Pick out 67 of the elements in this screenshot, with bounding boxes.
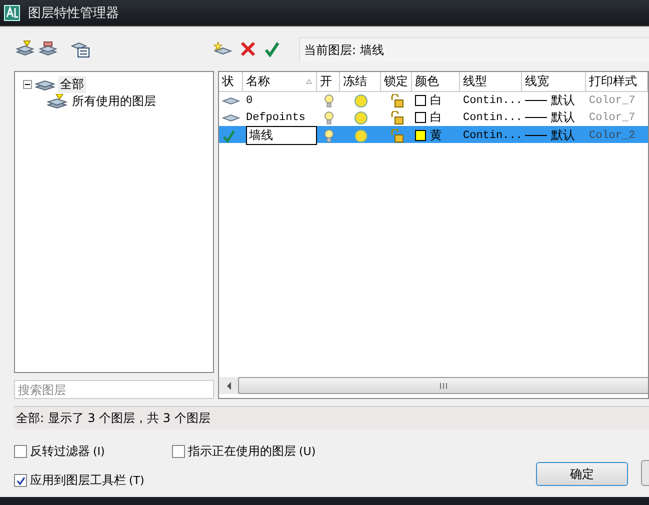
column-header[interactable]: 线宽 bbox=[522, 72, 586, 91]
column-header[interactable]: 锁定 bbox=[381, 72, 412, 91]
open-lock-icon[interactable] bbox=[390, 110, 404, 124]
status-text: 全部: 显示了 3 个图层，共 3 个图层 bbox=[14, 406, 649, 429]
color-swatch[interactable] bbox=[415, 112, 426, 123]
lightbulb-icon[interactable] bbox=[324, 94, 334, 108]
checkbox-option[interactable]: 应用到图层工具栏 (T) bbox=[14, 472, 314, 489]
column-header[interactable]: 颜色 bbox=[412, 72, 460, 91]
tree-item[interactable]: 全部 bbox=[58, 76, 86, 93]
app-icon bbox=[4, 5, 20, 21]
lightbulb-icon[interactable] bbox=[324, 128, 334, 142]
color-swatch[interactable] bbox=[415, 130, 426, 141]
search-field[interactable]: 搜索图层 bbox=[14, 380, 214, 399]
sort-arrow-icon bbox=[306, 79, 312, 84]
ok-button[interactable]: 确定 bbox=[536, 462, 628, 486]
color-swatch[interactable] bbox=[415, 95, 426, 106]
layer-name[interactable]: Defpoints bbox=[246, 112, 306, 124]
column-header[interactable]: 打印样式 bbox=[586, 72, 648, 91]
color-name: 黄 bbox=[430, 127, 442, 144]
group-filter-icon[interactable] bbox=[38, 40, 58, 58]
sun-icon[interactable] bbox=[354, 94, 368, 108]
delete-icon[interactable] bbox=[240, 41, 256, 57]
lineweight-line bbox=[525, 100, 547, 101]
layers-icon bbox=[35, 78, 55, 92]
layer-states-icon[interactable] bbox=[71, 40, 91, 58]
checkbox[interactable] bbox=[14, 445, 27, 458]
scroll-left-icon[interactable] bbox=[226, 382, 232, 390]
column-header[interactable]: 名称 bbox=[243, 72, 317, 91]
layer-name[interactable]: 0 bbox=[246, 94, 253, 106]
open-lock-icon[interactable] bbox=[390, 94, 404, 108]
checkbox-option[interactable]: 反转过滤器 (I) bbox=[14, 443, 172, 460]
checkmark-icon[interactable] bbox=[264, 41, 280, 57]
filter-layers-icon bbox=[47, 94, 67, 110]
lineweight: 默认 bbox=[551, 127, 575, 144]
lineweight: 默认 bbox=[551, 109, 575, 126]
window-title: 图层特性管理器 bbox=[28, 5, 119, 22]
column-header[interactable]: 线型 bbox=[460, 72, 522, 91]
plot-style: Color_7 bbox=[589, 112, 636, 124]
lightbulb-icon[interactable] bbox=[324, 110, 334, 124]
color-name: 白 bbox=[430, 92, 442, 109]
layer-name[interactable]: 墙线 bbox=[246, 126, 317, 145]
plot-style: Color_7 bbox=[589, 94, 636, 106]
lineweight: 默认 bbox=[551, 92, 575, 109]
sun-icon[interactable] bbox=[354, 110, 368, 124]
lineweight-line bbox=[525, 117, 547, 118]
sun-icon[interactable] bbox=[354, 128, 368, 142]
new-filter-icon[interactable] bbox=[15, 40, 35, 58]
table-row[interactable]: Defpoints 白 Contin... 默认 Color_7 bbox=[219, 109, 648, 126]
linetype: Contin... bbox=[463, 130, 522, 142]
table-row[interactable]: 0 白 Contin... 默认 Color_7 bbox=[219, 92, 648, 109]
collapse-toggle[interactable] bbox=[23, 80, 32, 89]
tree-item[interactable]: 所有使用的图层 bbox=[70, 93, 158, 110]
checkbox[interactable] bbox=[14, 474, 27, 487]
current-layer-field: 当前图层: 墙线 bbox=[299, 36, 649, 62]
plot-style: Color_2 bbox=[589, 130, 636, 142]
linetype: Contin... bbox=[463, 112, 522, 124]
open-lock-icon[interactable] bbox=[390, 128, 404, 142]
color-name: 白 bbox=[430, 109, 442, 126]
column-header[interactable]: 开 bbox=[317, 72, 340, 91]
button-edge[interactable] bbox=[641, 460, 649, 486]
lineweight-line bbox=[525, 135, 547, 136]
table-row[interactable]: 墙线 黄 Contin... 默认 Color_2 bbox=[219, 126, 648, 143]
column-header[interactable]: 状 bbox=[219, 72, 243, 91]
checkbox-option[interactable]: 指示正在使用的图层 (U) bbox=[172, 443, 330, 460]
column-header[interactable]: 冻结 bbox=[340, 72, 381, 91]
linetype: Contin... bbox=[463, 94, 522, 106]
checkbox[interactable] bbox=[172, 445, 185, 458]
